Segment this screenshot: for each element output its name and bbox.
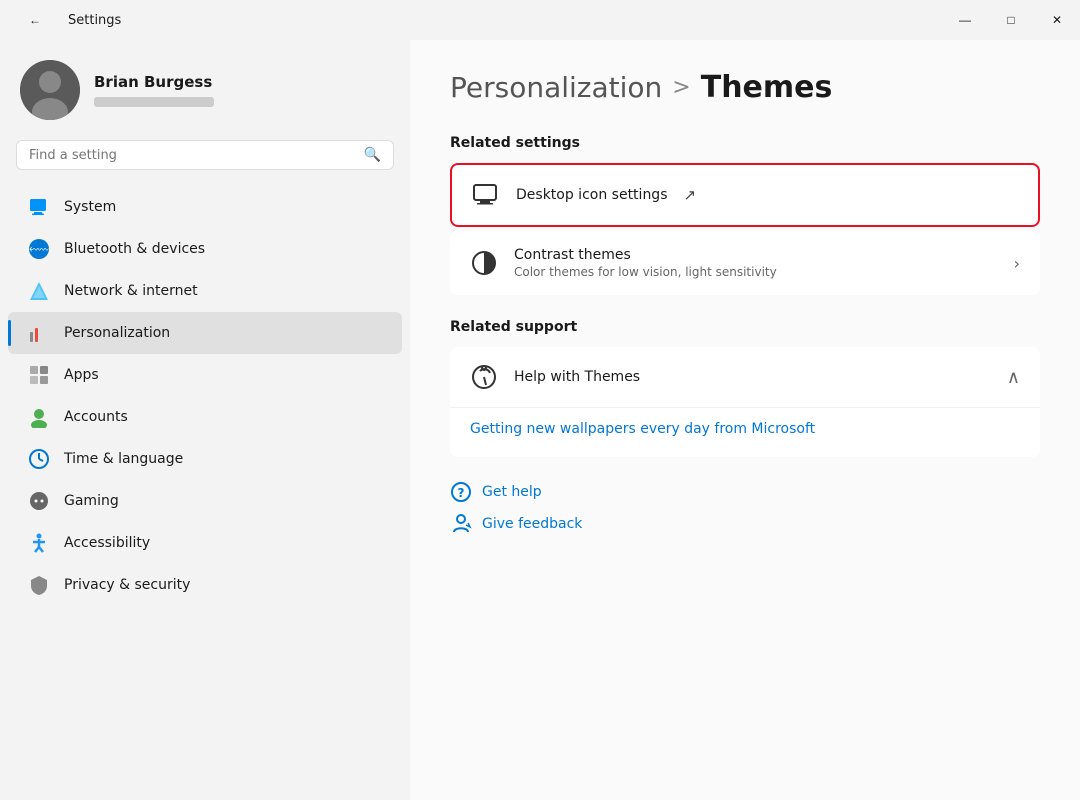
sidebar-label-accounts: Accounts	[64, 409, 128, 425]
svg-text:⬳: ⬳	[29, 243, 49, 258]
personalization-icon	[28, 322, 50, 344]
chevron-up-icon: ∧	[1007, 367, 1020, 388]
search-container: 🔍	[0, 140, 410, 186]
avatar	[20, 60, 80, 120]
breadcrumb: Personalization > Themes	[450, 70, 1040, 105]
contrast-themes-text: Contrast themes Color themes for low vis…	[514, 247, 998, 279]
sidebar-item-accounts[interactable]: Accounts	[8, 396, 402, 438]
sidebar-item-privacy[interactable]: Privacy & security	[8, 564, 402, 606]
app-body: Brian Burgess 🔍 System	[0, 40, 1080, 800]
breadcrumb-current: Themes	[701, 70, 833, 105]
system-icon	[28, 196, 50, 218]
sidebar: Brian Burgess 🔍 System	[0, 40, 410, 800]
related-support-section: Related support Help with Themes ∧	[450, 319, 1040, 457]
search-input[interactable]	[29, 148, 356, 163]
sidebar-item-apps[interactable]: Apps	[8, 354, 402, 396]
minimize-button[interactable]: —	[942, 0, 988, 40]
get-help-label: Get help	[482, 484, 542, 500]
bluetooth-icon: ⬳	[28, 238, 50, 260]
contrast-themes-label: Contrast themes	[514, 247, 998, 263]
sidebar-label-privacy: Privacy & security	[64, 577, 190, 593]
related-support-title: Related support	[450, 319, 1040, 335]
sidebar-label-gaming: Gaming	[64, 493, 119, 509]
support-expanded: Getting new wallpapers every day from Mi…	[450, 407, 1040, 457]
support-card: Help with Themes ∧ Getting new wallpaper…	[450, 347, 1040, 457]
contrast-themes-item[interactable]: Contrast themes Color themes for low vis…	[450, 231, 1040, 295]
help-icon	[470, 363, 498, 391]
close-button[interactable]: ✕	[1034, 0, 1080, 40]
external-link-icon: ↗	[684, 186, 697, 204]
sidebar-item-accessibility[interactable]: Accessibility	[8, 522, 402, 564]
sidebar-item-bluetooth[interactable]: ⬳ Bluetooth & devices	[8, 228, 402, 270]
wallpaper-link[interactable]: Getting new wallpapers every day from Mi…	[470, 421, 815, 437]
sidebar-item-personalization[interactable]: Personalization	[8, 312, 402, 354]
network-icon	[28, 280, 50, 302]
user-profile[interactable]: Brian Burgess	[0, 50, 410, 140]
user-status-bar	[94, 97, 214, 107]
privacy-icon	[28, 574, 50, 596]
desktop-icon-settings-card[interactable]: Desktop icon settings ↗	[450, 163, 1040, 227]
help-with-themes-label: Help with Themes	[514, 369, 640, 385]
contrast-themes-card[interactable]: Contrast themes Color themes for low vis…	[450, 231, 1040, 295]
sidebar-label-network: Network & internet	[64, 283, 198, 299]
sidebar-item-gaming[interactable]: Gaming	[8, 480, 402, 522]
sidebar-label-apps: Apps	[64, 367, 99, 383]
content-area: Personalization > Themes Related setting…	[410, 40, 1080, 800]
sidebar-item-system[interactable]: System	[8, 186, 402, 228]
desktop-icon-settings-label: Desktop icon settings	[516, 187, 668, 203]
help-with-themes-header[interactable]: Help with Themes ∧	[450, 347, 1040, 407]
bottom-links: ? Get help Give feedback	[450, 481, 1040, 535]
give-feedback-icon	[450, 513, 472, 535]
window-controls: — □ ✕	[942, 0, 1080, 40]
give-feedback-label: Give feedback	[482, 516, 582, 532]
accounts-icon	[28, 406, 50, 428]
user-info: Brian Burgess	[94, 73, 214, 107]
sidebar-label-time: Time & language	[64, 451, 183, 467]
contrast-themes-icon	[470, 249, 498, 277]
get-help-link[interactable]: ? Get help	[450, 481, 1040, 503]
give-feedback-link[interactable]: Give feedback	[450, 513, 1040, 535]
desktop-icon-settings-item[interactable]: Desktop icon settings ↗	[452, 165, 1038, 225]
app-title: Settings	[68, 13, 121, 28]
sidebar-label-bluetooth: Bluetooth & devices	[64, 241, 205, 257]
user-name: Brian Burgess	[94, 73, 214, 91]
contrast-themes-sublabel: Color themes for low vision, light sensi…	[514, 265, 998, 279]
sidebar-label-accessibility: Accessibility	[64, 535, 150, 551]
get-help-icon: ?	[450, 481, 472, 503]
desktop-icon	[472, 181, 500, 209]
chevron-right-icon: ›	[1014, 254, 1020, 273]
time-icon	[28, 448, 50, 470]
svg-text:?: ?	[458, 486, 465, 500]
titlebar: ← Settings — □ ✕	[0, 0, 1080, 40]
sidebar-item-network[interactable]: Network & internet	[8, 270, 402, 312]
back-button[interactable]: ←	[12, 0, 58, 40]
search-icon: 🔍	[364, 147, 381, 163]
sidebar-label-system: System	[64, 199, 116, 215]
apps-icon	[28, 364, 50, 386]
gaming-icon	[28, 490, 50, 512]
sidebar-item-time[interactable]: Time & language	[8, 438, 402, 480]
titlebar-left: ← Settings	[12, 0, 121, 40]
search-box: 🔍	[16, 140, 394, 170]
breadcrumb-parent[interactable]: Personalization	[450, 71, 662, 104]
related-settings-title: Related settings	[450, 135, 1040, 151]
accessibility-icon	[28, 532, 50, 554]
maximize-button[interactable]: □	[988, 0, 1034, 40]
sidebar-label-personalization: Personalization	[64, 325, 170, 341]
breadcrumb-separator: >	[672, 75, 690, 100]
